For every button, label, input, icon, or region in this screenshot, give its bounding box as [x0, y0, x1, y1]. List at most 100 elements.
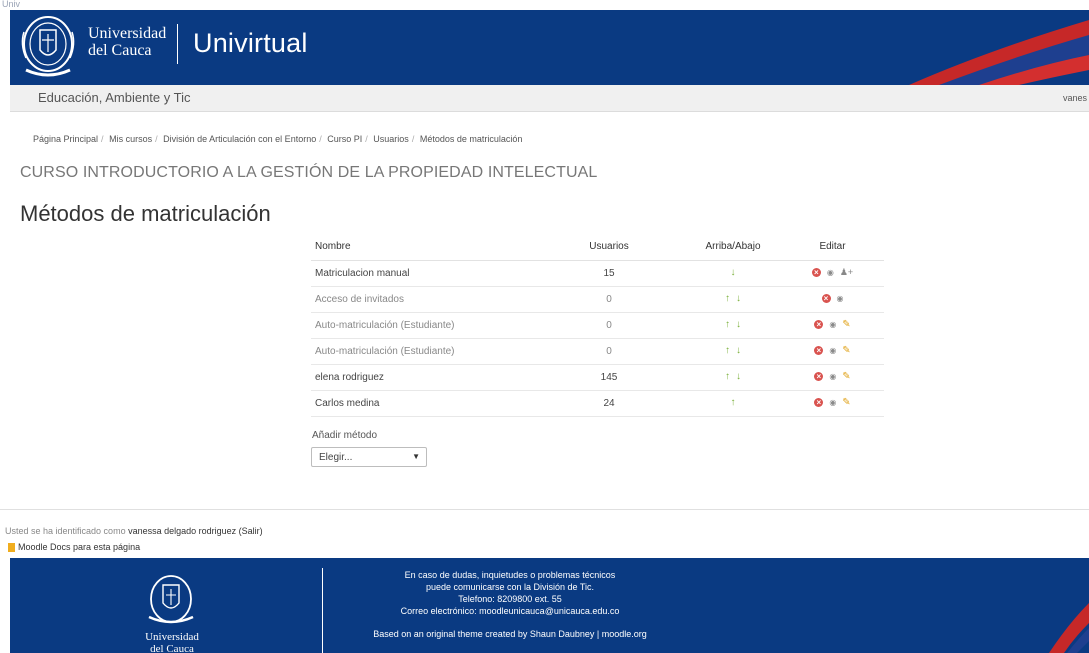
breadcrumb-category[interactable]: División de Articulación con el Entorno: [163, 134, 316, 144]
header-divider: [177, 24, 178, 64]
method-order-controls: ↑ ↓: [685, 312, 781, 339]
breadcrumb-home[interactable]: Página Principal: [33, 134, 98, 144]
method-edit-controls: × ◉ ✎: [781, 364, 884, 391]
login-info-prefix: Usted se ha identificado como: [5, 526, 129, 536]
table-row: Acceso de invitados 0 ↑ ↓ × ◉: [311, 286, 884, 313]
arrow-up-icon[interactable]: ↑: [725, 345, 730, 356]
delete-icon[interactable]: ×: [814, 398, 824, 408]
table-row: Auto-matriculación (Estudiante) 0 ↑ ↓ × ◉ ✎: [311, 312, 884, 339]
pencil-icon[interactable]: ✎: [842, 371, 850, 382]
breadcrumb-separator: /: [411, 134, 415, 144]
enrol-users-icon[interactable]: ♟+: [840, 267, 853, 278]
footer-credit[interactable]: Based on an original theme created by Sh…: [350, 628, 670, 640]
footer-university-line1: Universidad: [145, 631, 199, 643]
footer-gap: [350, 617, 670, 628]
university-name-line2: del Cauca: [88, 42, 152, 59]
moodle-docs-link[interactable]: Moodle Docs para esta página: [8, 542, 140, 553]
arrow-down-icon[interactable]: ↓: [731, 267, 736, 278]
breadcrumb-current[interactable]: Métodos de matriculación: [420, 134, 523, 144]
breadcrumb-separator: /: [319, 134, 322, 144]
login-info: Usted se ha identificado como vanessa de…: [5, 526, 263, 536]
footer-line: puede comunicarse con la División de Tic…: [425, 582, 595, 592]
arrow-up-icon[interactable]: ↑: [725, 319, 730, 330]
user-menu[interactable]: vanes: [1063, 93, 1087, 103]
page-title: Métodos de matriculación: [20, 201, 271, 226]
university-crest-icon[interactable]: [18, 14, 78, 80]
method-name: Matriculacion manual: [311, 260, 533, 287]
delete-icon[interactable]: ×: [811, 268, 821, 278]
footer-email[interactable]: Correo electrónico: moodleunicauca@unica…: [350, 605, 670, 617]
site-footer: Universidad del Cauca En caso de dudas, …: [10, 558, 1089, 653]
arrow-down-icon[interactable]: ↓: [736, 319, 741, 330]
eye-icon[interactable]: ◉: [837, 294, 844, 303]
arrow-up-icon[interactable]: ↑: [731, 397, 736, 408]
method-order-controls: ↑ ↓: [685, 338, 781, 365]
method-name: elena rodriguez: [311, 364, 533, 391]
method-name: Acceso de invitados: [311, 286, 533, 313]
table-row: Matriculacion manual 15 ↓ × ◉ ♟+: [311, 260, 884, 287]
arrow-up-icon[interactable]: ↑: [725, 371, 730, 382]
eye-icon[interactable]: ◉: [829, 320, 836, 329]
site-header: Universidad del Cauca Univirtual: [10, 10, 1089, 85]
eye-icon[interactable]: ◉: [827, 268, 834, 277]
table-row: Auto-matriculación (Estudiante) 0 ↑ ↓ × ◉ ✎: [311, 338, 884, 365]
flag-ribbon-graphic: [1049, 603, 1089, 653]
footer-line: Telefono: 8209800 ext. 55: [458, 594, 562, 604]
delete-icon[interactable]: ×: [814, 346, 824, 356]
method-edit-controls: × ◉ ✎: [781, 390, 884, 417]
university-name: Universidad del Cauca: [88, 25, 166, 59]
content-footer-divider: [0, 509, 1089, 510]
method-edit-controls: × ◉ ✎: [781, 338, 884, 365]
footer-university-line2: del Cauca: [150, 643, 194, 653]
chevron-down-icon: ▼: [412, 452, 420, 461]
table-header-row: Nombre Usuarios Arriba/Abajo Editar: [311, 233, 884, 261]
footer-divider: [322, 568, 323, 653]
arrow-down-icon[interactable]: ↓: [736, 345, 741, 356]
site-name-link[interactable]: Educación, Ambiente y Tic: [38, 90, 190, 105]
method-order-controls: ↑: [685, 390, 781, 417]
pencil-icon[interactable]: ✎: [842, 345, 850, 356]
breadcrumb-my-courses[interactable]: Mis cursos: [109, 134, 152, 144]
logout-link[interactable]: (Salir): [239, 526, 263, 536]
book-icon: [8, 543, 15, 553]
footer-university-name: Universidad del Cauca: [132, 631, 212, 653]
table-body: Matriculacion manual 15 ↓ × ◉ ♟+ Acceso de inv…: [311, 260, 884, 417]
method-users-count: 145: [533, 364, 685, 391]
method-edit-controls: × ◉: [781, 286, 884, 313]
navbar: Educación, Ambiente y Tic vanes: [10, 85, 1089, 112]
breadcrumb-users[interactable]: Usuarios: [373, 134, 409, 144]
breadcrumb-course[interactable]: Curso PI: [327, 134, 362, 144]
brand-title[interactable]: Univirtual: [193, 28, 308, 59]
footer-line: En caso de dudas, inquietudes o problema…: [404, 570, 616, 580]
arrow-up-icon[interactable]: ↑: [725, 293, 730, 304]
logged-user-link[interactable]: vanessa delgado rodriguez: [128, 526, 236, 536]
pencil-icon[interactable]: ✎: [842, 397, 850, 408]
arrow-down-icon[interactable]: ↓: [736, 371, 741, 382]
breadcrumb: Página Principal / Mis cursos / División d…: [33, 134, 522, 144]
delete-icon[interactable]: ×: [814, 372, 824, 382]
method-users-count: 0: [533, 286, 685, 313]
pencil-icon[interactable]: ✎: [842, 319, 850, 330]
add-method-selected-value: Elegir...: [319, 452, 353, 463]
method-users-count: 24: [533, 390, 685, 417]
breadcrumb-separator: /: [155, 134, 158, 144]
eye-icon[interactable]: ◉: [829, 346, 836, 355]
top-strip: Univ: [0, 0, 1089, 10]
enrolment-methods-table: Nombre Usuarios Arriba/Abajo Editar Matr…: [311, 233, 884, 417]
method-users-count: 0: [533, 312, 685, 339]
column-header-users: Usuarios: [533, 233, 685, 261]
eye-icon[interactable]: ◉: [829, 398, 836, 407]
column-header-name: Nombre: [311, 233, 533, 261]
delete-icon[interactable]: ×: [821, 294, 831, 304]
method-order-controls: ↑ ↓: [685, 364, 781, 391]
eye-icon[interactable]: ◉: [829, 372, 836, 381]
method-users-count: 0: [533, 338, 685, 365]
add-method-label: Añadir método: [312, 430, 378, 441]
table-row: Carlos medina 24 ↑ × ◉ ✎: [311, 390, 884, 417]
arrow-down-icon[interactable]: ↓: [736, 293, 741, 304]
add-method-select[interactable]: Elegir... ▼: [311, 447, 427, 467]
method-order-controls: ↑ ↓: [685, 286, 781, 313]
course-title: CURSO INTRODUCTORIO A LA GESTIÓN DE LA P…: [20, 164, 598, 181]
breadcrumb-separator: /: [365, 134, 368, 144]
delete-icon[interactable]: ×: [814, 320, 824, 330]
